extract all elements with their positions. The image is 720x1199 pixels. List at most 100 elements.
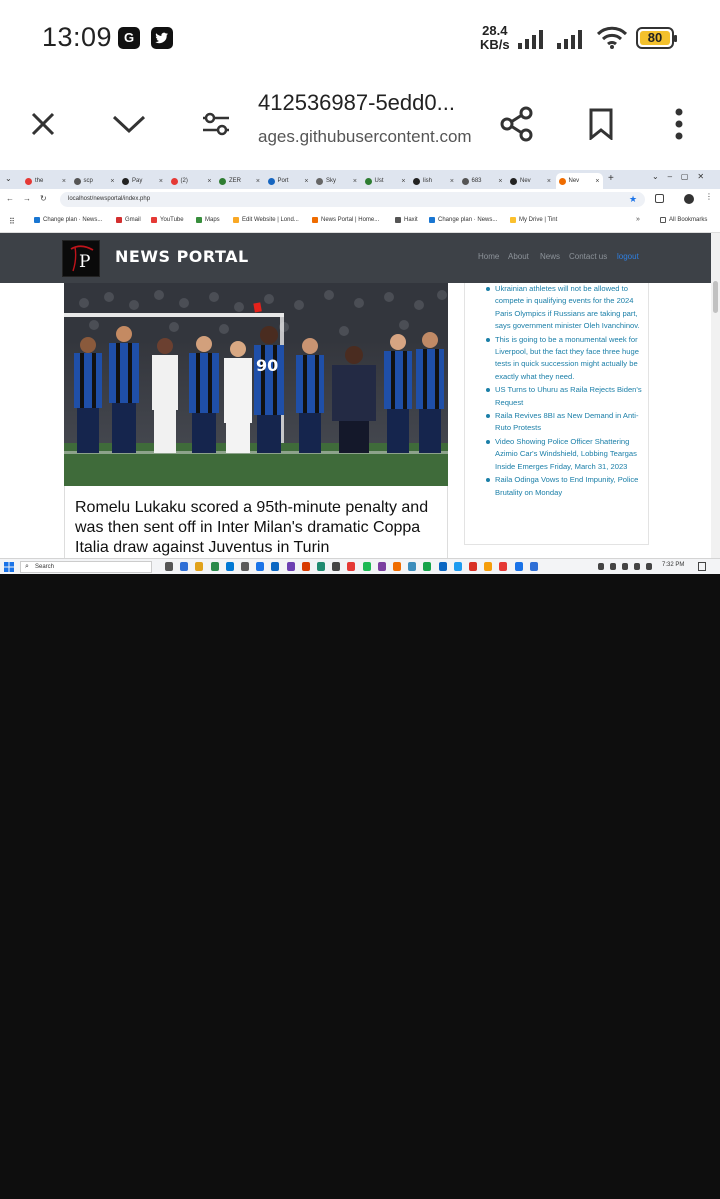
recent-news-link[interactable]: Ukrainian athletes will not be allowed t…: [486, 283, 645, 333]
taskbar-app-icon[interactable]: [469, 562, 477, 571]
nav-home[interactable]: Home: [478, 252, 499, 261]
tab-search-icon[interactable]: ⌄: [5, 174, 12, 183]
chevron-down-icon[interactable]: [105, 100, 153, 148]
page-scrollbar[interactable]: [711, 233, 720, 558]
browser-tab[interactable]: Nev ×: [507, 173, 554, 189]
bookmark-item[interactable]: YouTube: [151, 217, 184, 223]
browser-tab[interactable]: Sky ×: [313, 173, 360, 189]
taskbar-app-icon[interactable]: [256, 562, 265, 571]
page-host[interactable]: ages.githubusercontent.com: [258, 127, 472, 147]
taskbar-app-icon[interactable]: [210, 562, 219, 571]
taskbar-app-icon[interactable]: [529, 562, 538, 571]
tab-close-icon[interactable]: ×: [353, 178, 357, 185]
taskbar-app-icon[interactable]: [393, 562, 401, 571]
tab-close-icon[interactable]: ×: [450, 178, 454, 185]
close-icon[interactable]: [19, 100, 67, 148]
browser-tab[interactable]: Pay ×: [119, 173, 166, 189]
browser-tab[interactable]: Ust ×: [362, 173, 409, 189]
scrollbar-thumb[interactable]: [713, 281, 718, 313]
extension-icon[interactable]: [655, 194, 664, 203]
taskbar-search-input[interactable]: ⌕ Search: [20, 561, 152, 573]
tab-close-icon[interactable]: ×: [401, 178, 405, 185]
browser-tab[interactable]: Port ×: [265, 173, 312, 189]
site-brand[interactable]: NEWS PORTAL: [115, 247, 249, 266]
nav-about[interactable]: About: [508, 252, 529, 261]
bookmark-item[interactable]: Change plan · News...: [429, 217, 497, 223]
taskbar-app-icon[interactable]: [165, 562, 173, 571]
recent-news-link[interactable]: Raila Revives 8BI as New Demand in Anti-…: [486, 410, 645, 435]
nav-buttons[interactable]: ←→↻: [6, 194, 56, 203]
system-tray-icon[interactable]: [646, 563, 652, 570]
tab-close-icon[interactable]: ×: [207, 178, 211, 185]
tab-close-icon[interactable]: ×: [110, 178, 114, 185]
windows-start-icon[interactable]: [4, 562, 14, 572]
window-controls[interactable]: ⌄ – ▢ ✕: [652, 172, 704, 181]
taskbar-app-icon[interactable]: [195, 562, 204, 571]
taskbar-app-icon[interactable]: [453, 562, 462, 571]
tab-close-icon[interactable]: ×: [304, 178, 308, 185]
browser-tab[interactable]: Nev ×: [555, 173, 603, 189]
article-headline[interactable]: Romelu Lukaku scored a 95th-minute penal…: [75, 498, 443, 558]
taskbar-app-icon[interactable]: [438, 562, 447, 571]
address-bar[interactable]: localhost/newsportal/index.php: [60, 192, 645, 207]
recent-news-link[interactable]: US Turns to Uhuru as Raila Rejects Biden…: [486, 384, 645, 409]
system-tray-icon[interactable]: [598, 563, 604, 570]
tab-close-icon[interactable]: ×: [595, 178, 599, 185]
browser-tab[interactable]: 683 ×: [459, 173, 506, 189]
bookmark-item[interactable]: My Drive | Tint: [510, 217, 557, 223]
tab-close-icon[interactable]: ×: [62, 178, 66, 185]
taskbar-app-icon[interactable]: [499, 562, 508, 571]
page-title[interactable]: 412536987-5edd0...: [258, 90, 455, 116]
all-bookmarks[interactable]: All Bookmarks: [660, 217, 707, 223]
taskbar-app-icon[interactable]: [271, 562, 280, 571]
tab-close-icon[interactable]: ×: [159, 178, 163, 185]
star-icon[interactable]: ★: [629, 194, 637, 205]
taskbar-app-icon[interactable]: [286, 562, 295, 571]
browser-tab[interactable]: lish ×: [410, 173, 457, 189]
bookmark-item[interactable]: Change plan · News...: [34, 217, 102, 223]
browser-tab[interactable]: the ×: [22, 173, 69, 189]
browser-tab[interactable]: scp ×: [71, 173, 118, 189]
taskbar-app-icon[interactable]: [301, 562, 310, 571]
nav-news[interactable]: News: [540, 252, 560, 261]
more-icon[interactable]: [655, 100, 703, 148]
system-tray-icon[interactable]: [610, 563, 616, 570]
tab-close-icon[interactable]: ×: [547, 178, 551, 185]
more-bookmarks-icon[interactable]: »: [636, 216, 640, 223]
profile-avatar[interactable]: [684, 194, 694, 204]
nav-logout[interactable]: logout: [617, 252, 639, 261]
menu-icon[interactable]: ⋮: [705, 192, 713, 201]
system-tray-icon[interactable]: [622, 563, 628, 570]
apps-icon[interactable]: ⠿: [9, 217, 15, 226]
article-image[interactable]: 90: [64, 283, 448, 486]
taskbar-app-icon[interactable]: [241, 562, 249, 571]
page-settings-icon[interactable]: [192, 100, 240, 148]
notification-icon[interactable]: [698, 562, 706, 571]
bookmark-item[interactable]: Haxit: [395, 217, 418, 223]
nav-contact[interactable]: Contact us: [569, 252, 607, 261]
taskbar-app-icon[interactable]: [347, 562, 356, 571]
recent-news-link[interactable]: Raila Odinga Vows to End Impunity, Polic…: [486, 474, 645, 499]
taskbar-app-icon[interactable]: [225, 562, 234, 571]
taskbar-clock[interactable]: 7:32 PM: [662, 562, 684, 568]
site-logo[interactable]: P: [62, 240, 100, 277]
bookmark-item[interactable]: Maps: [196, 217, 220, 223]
tab-close-icon[interactable]: ×: [498, 178, 502, 185]
taskbar-app-icon[interactable]: [408, 562, 417, 571]
bookmark-icon[interactable]: [577, 100, 625, 148]
taskbar-app-icon[interactable]: [514, 562, 523, 571]
taskbar-app-icon[interactable]: [180, 562, 189, 571]
taskbar-app-icon[interactable]: [423, 562, 432, 571]
bookmark-item[interactable]: News Portal | Home...: [312, 217, 379, 223]
tab-close-icon[interactable]: ×: [256, 178, 260, 185]
bookmark-item[interactable]: Edit Website | Lond...: [233, 217, 299, 223]
browser-tab[interactable]: (2) ×: [168, 173, 215, 189]
system-tray-icon[interactable]: [634, 563, 640, 570]
taskbar-app-icon[interactable]: [484, 562, 493, 571]
new-tab-button[interactable]: +: [608, 173, 614, 184]
recent-news-link[interactable]: Video Showing Police Officer Shattering …: [486, 436, 645, 473]
recent-news-link[interactable]: This is going to be a monumental week fo…: [486, 334, 645, 384]
taskbar-app-icon[interactable]: [362, 562, 371, 571]
taskbar-app-icon[interactable]: [332, 562, 341, 571]
bookmark-item[interactable]: Gmail: [116, 217, 141, 223]
